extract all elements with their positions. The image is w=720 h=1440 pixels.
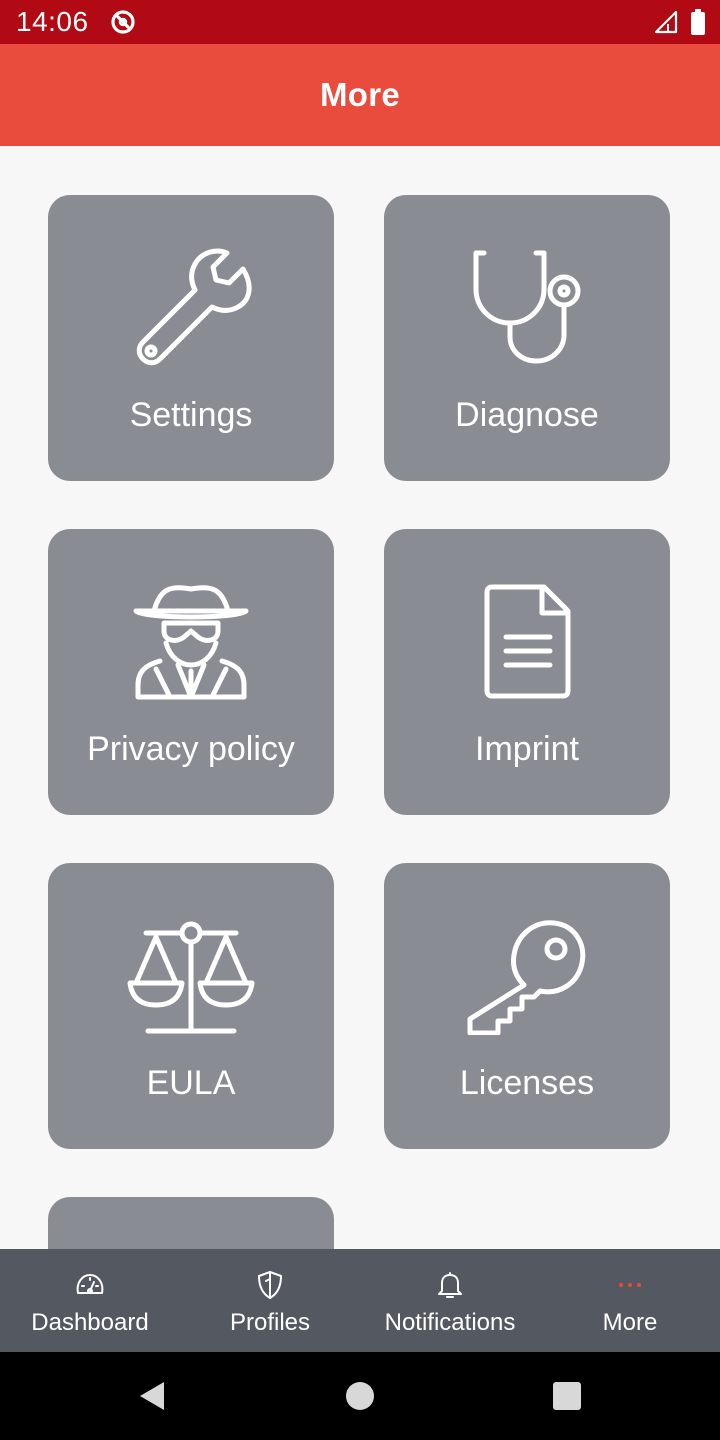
nav-item-more[interactable]: More [540,1249,720,1352]
nav-item-dashboard[interactable]: Dashboard [0,1249,180,1352]
settings-tile[interactable]: Settings [48,195,334,481]
gauge-icon [76,1274,104,1294]
privacy-policy-tile[interactable]: Privacy policy [48,529,334,815]
app-notification-icon [111,10,135,34]
imprint-tile[interactable]: Imprint [384,529,670,815]
eula-tile[interactable]: EULA [48,863,334,1149]
document-icon [484,584,571,699]
home-icon[interactable] [342,1378,378,1414]
spy-icon [133,585,249,700]
wrench-icon [136,248,252,366]
dots-icon [619,1283,641,1287]
diagnose-label: Diagnose [455,396,599,434]
status-bar: 14:06 [0,0,720,44]
shield-icon [258,1271,282,1299]
eula-label: EULA [146,1064,236,1102]
bell-icon [438,1272,462,1298]
status-time: 14:06 [16,6,89,37]
battery-icon [691,9,705,35]
back-icon[interactable] [134,1378,170,1414]
licenses-label: Licenses [459,1064,595,1102]
more-menu-grid[interactable]: Settings Diagnose Privacy policy Imprint… [0,146,720,1250]
stethoscope-icon [473,250,581,364]
key-icon [467,920,586,1035]
signal-icon [654,10,678,34]
nav-label-profiles: Profiles [229,1309,311,1336]
diagnose-tile[interactable]: Diagnose [384,195,670,481]
nav-label-dashboard: Dashboard [31,1309,149,1336]
recents-icon[interactable] [549,1378,585,1414]
app-bar: More [0,44,720,146]
nav-item-notifications[interactable]: Notifications [360,1249,540,1352]
system-navigation-bar [0,1352,720,1440]
scales-icon [127,921,255,1034]
licenses-tile[interactable]: Licenses [384,863,670,1149]
menu-tile-partial[interactable] [48,1197,334,1250]
page-title: More [319,76,401,113]
imprint-label: Imprint [475,730,579,768]
bottom-navigation: Dashboard Profiles Notifications More [0,1249,720,1352]
nav-label-notifications: Notifications [384,1309,516,1336]
settings-label: Settings [129,396,253,434]
nav-label-more: More [602,1309,658,1336]
privacy-policy-label: Privacy policy [87,730,295,768]
nav-item-profiles[interactable]: Profiles [180,1249,360,1352]
